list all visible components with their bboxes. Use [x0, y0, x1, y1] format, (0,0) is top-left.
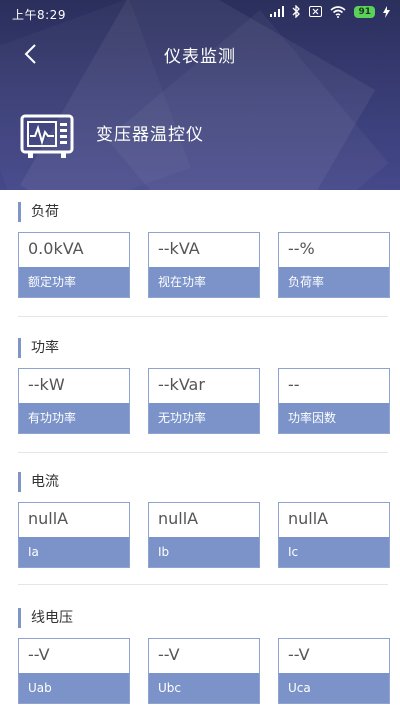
signal-icon: [270, 6, 285, 17]
section-title: 负荷: [18, 202, 59, 222]
metric-card[interactable]: --kVar 无功功率: [148, 368, 260, 434]
metric-card[interactable]: nullA Ib: [148, 502, 260, 568]
metric-card[interactable]: --V Uca: [278, 638, 390, 704]
metric-card[interactable]: --kW 有功功率: [18, 368, 130, 434]
metric-value: --V: [28, 645, 50, 664]
section-divider: [18, 584, 388, 585]
metric-value: 0.0kVA: [28, 239, 84, 258]
metric-label: Uca: [279, 673, 389, 703]
metric-card[interactable]: nullA Ic: [278, 502, 390, 568]
metric-value: --: [288, 375, 300, 394]
page-title: 仪表监测: [164, 47, 236, 67]
metric-card[interactable]: --V Ubc: [148, 638, 260, 704]
metric-label: 有功功率: [19, 403, 129, 433]
metric-card[interactable]: -- 功率因数: [278, 368, 390, 434]
status-bar: 上午8:29 91: [0, 0, 400, 28]
metric-label: Uab: [19, 673, 129, 703]
metric-card[interactable]: --% 负荷率: [278, 232, 390, 298]
card-row: nullA Ia nullA Ib nullA Ic: [18, 502, 390, 568]
metric-label: 功率因数: [279, 403, 389, 433]
section-load: 负荷 0.0kVA 额定功率 --kVA 视在功率 --% 负荷率: [0, 202, 400, 312]
device-name: 变压器温控仪: [96, 124, 204, 145]
section-title: 电流: [18, 472, 59, 492]
section-title: 线电压: [18, 608, 73, 628]
metric-value: --V: [158, 645, 180, 664]
metric-value: nullA: [288, 509, 329, 528]
metric-value: --%: [288, 239, 315, 258]
metric-value: --V: [288, 645, 310, 664]
metric-label: 额定功率: [19, 267, 129, 297]
metric-card[interactable]: nullA Ia: [18, 502, 130, 568]
device-info: 变压器温控仪: [20, 112, 204, 162]
metric-card[interactable]: --V Uab: [18, 638, 130, 704]
card-row: --V Uab --V Ubc --V Uca: [18, 638, 390, 704]
section-power: 功率 --kW 有功功率 --kVar 无功功率 -- 功率因数: [0, 338, 400, 448]
section-title: 功率: [18, 338, 59, 358]
metric-value: --kVA: [158, 239, 200, 258]
metric-label: Ic: [279, 537, 389, 567]
metric-label: Ib: [149, 537, 259, 567]
metric-value: --kVar: [158, 375, 205, 394]
section-line-voltage: 线电压 --V Uab --V Ubc --V Uca: [0, 608, 400, 711]
wifi-icon: [330, 5, 346, 18]
metric-label: 视在功率: [149, 267, 259, 297]
status-icons: 91: [270, 5, 390, 18]
bluetooth-icon: [292, 5, 301, 18]
card-row: --kW 有功功率 --kVar 无功功率 -- 功率因数: [18, 368, 390, 434]
metric-label: 负荷率: [279, 267, 389, 297]
status-time: 上午8:29: [12, 8, 66, 22]
section-divider: [18, 316, 388, 317]
section-divider: [18, 452, 388, 453]
metric-card[interactable]: --kVA 视在功率: [148, 232, 260, 298]
meter-monitor-icon: [20, 114, 74, 158]
charging-icon: [383, 5, 390, 18]
metric-value: nullA: [28, 509, 69, 528]
metric-value: --kW: [28, 375, 65, 394]
content-area: 负荷 0.0kVA 额定功率 --kVA 视在功率 --% 负荷率 功率 --k…: [0, 190, 400, 711]
metric-label: Ubc: [149, 673, 259, 703]
battery-icon: 91: [354, 5, 375, 18]
metric-label: Ia: [19, 537, 129, 567]
header-banner: 上午8:29 91 仪表监测 变压器温控仪: [0, 0, 400, 190]
section-current: 电流 nullA Ia nullA Ib nullA Ic: [0, 472, 400, 582]
sim-off-icon: [309, 6, 323, 17]
metric-label: 无功功率: [149, 403, 259, 433]
nav-bar: 仪表监测: [0, 30, 400, 78]
metric-card[interactable]: 0.0kVA 额定功率: [18, 232, 130, 298]
metric-value: nullA: [158, 509, 199, 528]
card-row: 0.0kVA 额定功率 --kVA 视在功率 --% 负荷率: [18, 232, 390, 298]
